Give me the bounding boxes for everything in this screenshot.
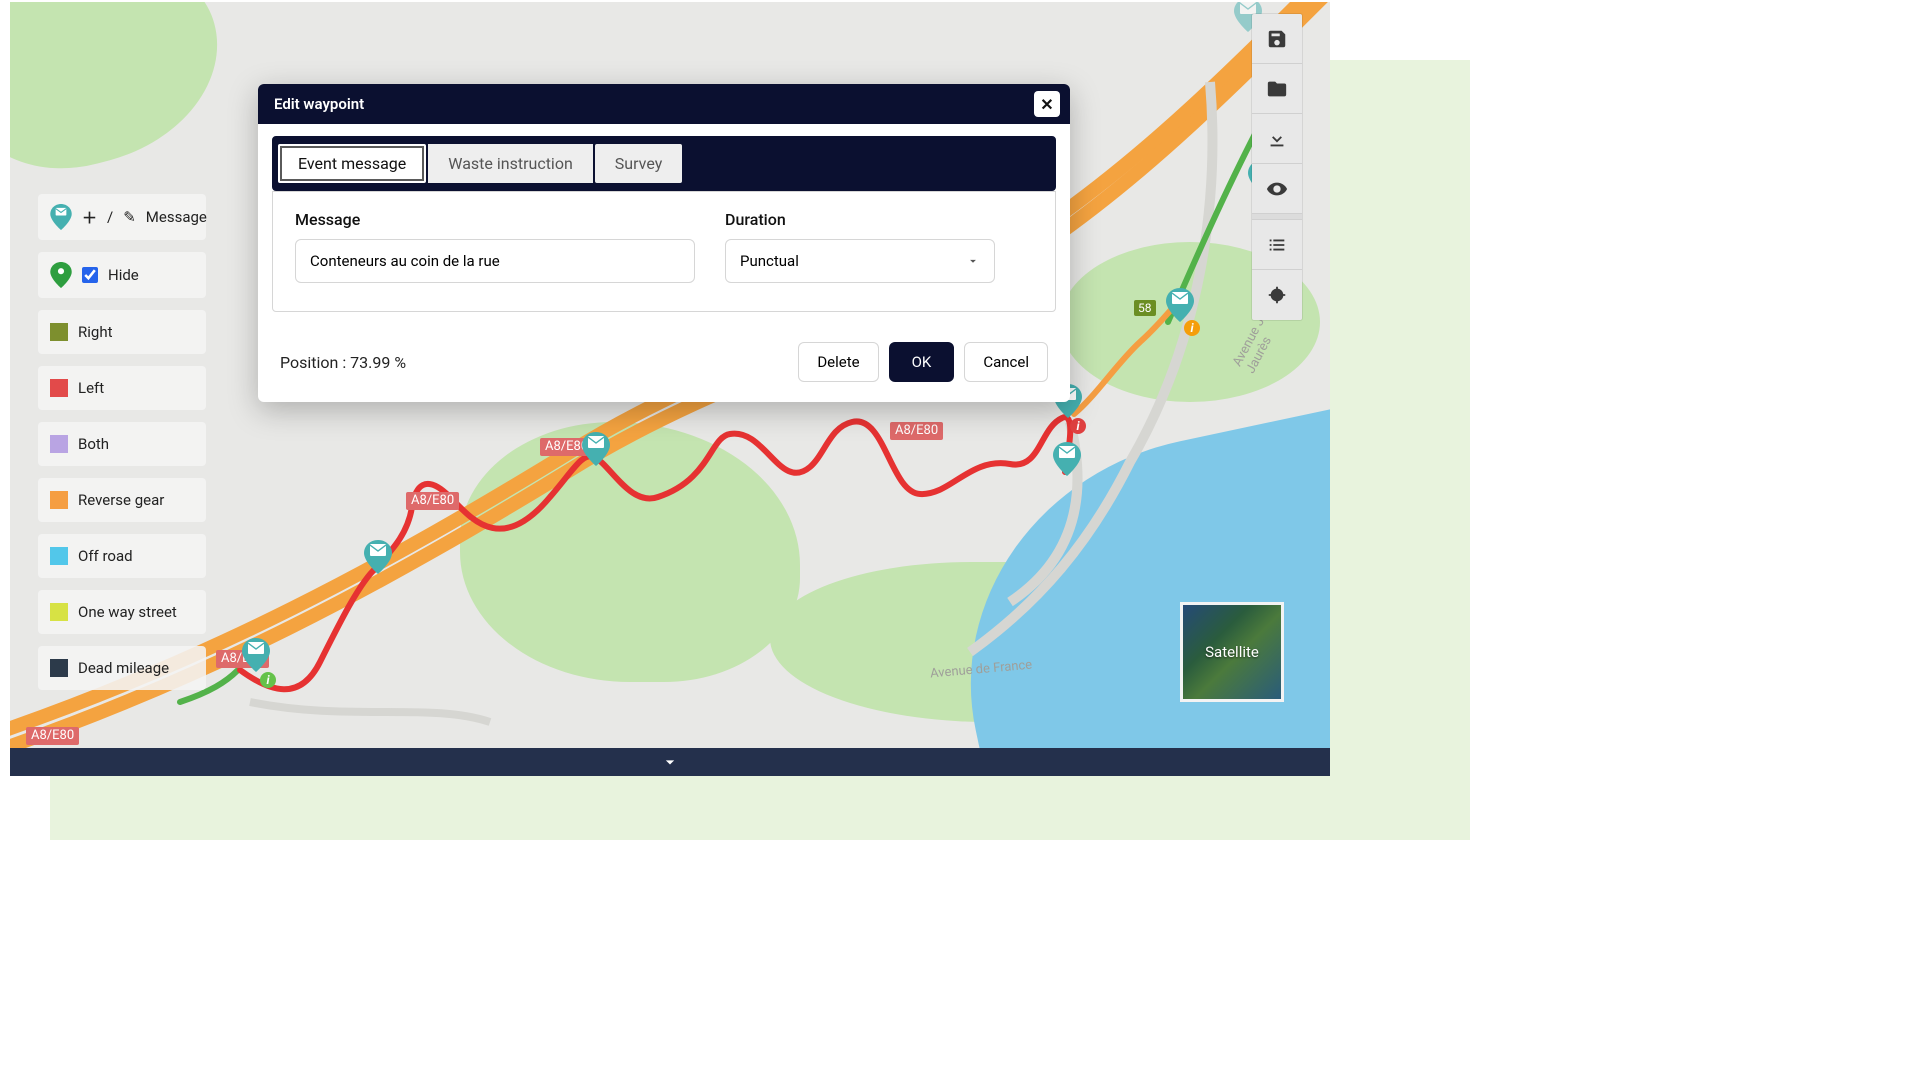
duration-label: Duration: [725, 210, 995, 229]
legend-hide-row[interactable]: Hide: [38, 252, 206, 298]
legend-item-deadmileage[interactable]: Dead mileage: [38, 646, 206, 690]
tool-folder[interactable]: [1252, 64, 1302, 114]
swatch: [50, 323, 68, 341]
tool-save[interactable]: [1252, 14, 1302, 64]
position-readout: Position : 73.99 %: [280, 353, 406, 372]
map-toolbox: [1252, 14, 1302, 320]
legend-item-label: Reverse gear: [78, 491, 164, 509]
highway-label: A8/E80: [26, 727, 79, 745]
tool-list[interactable]: [1252, 220, 1302, 270]
tab-waste-instruction[interactable]: Waste instruction: [426, 144, 595, 183]
cancel-button[interactable]: Cancel: [964, 342, 1048, 382]
tool-locate[interactable]: [1252, 270, 1302, 320]
highway-label: A8/E80: [890, 422, 943, 440]
satellite-toggle[interactable]: Satellite: [1180, 602, 1284, 702]
info-dot[interactable]: i: [1184, 320, 1200, 336]
message-label: Message: [295, 210, 695, 229]
legend-item-label: Dead mileage: [78, 659, 169, 677]
legend-item-right[interactable]: Right: [38, 310, 206, 354]
folder-icon: [1266, 78, 1288, 100]
modal-close-button[interactable]: ✕: [1034, 91, 1060, 117]
exit-badge: 58: [1134, 300, 1156, 316]
waypoint-pin[interactable]: [364, 540, 392, 574]
legend-message-label: Message: [146, 208, 207, 226]
chevron-down-icon: [966, 254, 980, 268]
swatch: [50, 491, 68, 509]
legend-message-row[interactable]: ＋ / ✎ Message: [38, 194, 206, 240]
pencil-icon: ✎: [123, 208, 136, 226]
info-dot[interactable]: i: [260, 672, 276, 688]
delete-button[interactable]: Delete: [798, 342, 878, 382]
swatch: [50, 547, 68, 565]
waypoint-pin[interactable]: [242, 638, 270, 672]
green-pin-icon: [50, 262, 72, 288]
legend-item-both[interactable]: Both: [38, 422, 206, 466]
plus-icon: ＋: [82, 207, 97, 228]
legend-item-label: Off road: [78, 547, 133, 565]
bottom-expand-bar[interactable]: [10, 748, 1330, 776]
duration-select[interactable]: Punctual: [725, 239, 995, 283]
highway-label: A8/E80: [406, 492, 459, 510]
legend-item-label: Left: [78, 379, 104, 397]
tool-view[interactable]: [1252, 164, 1302, 214]
tool-download[interactable]: [1252, 114, 1302, 164]
list-icon: [1266, 234, 1288, 256]
legend-item-oneway[interactable]: One way street: [38, 590, 206, 634]
swatch: [50, 435, 68, 453]
info-dot[interactable]: i: [1070, 418, 1086, 434]
tab-survey[interactable]: Survey: [595, 144, 682, 183]
ok-button[interactable]: OK: [889, 342, 955, 382]
message-input[interactable]: [295, 239, 695, 283]
envelope-pin-icon: [50, 204, 72, 230]
swatch: [50, 379, 68, 397]
duration-value: Punctual: [740, 252, 799, 270]
satellite-label: Satellite: [1205, 643, 1259, 661]
legend-hide-label: Hide: [108, 266, 139, 284]
edit-waypoint-modal: Edit waypoint ✕ Event message Waste inst…: [258, 84, 1070, 402]
modal-tabs: Event message Waste instruction Survey: [272, 136, 1056, 191]
waypoint-pin[interactable]: [582, 432, 610, 466]
download-icon: [1266, 128, 1288, 150]
save-icon: [1266, 28, 1288, 50]
legend-item-reverse[interactable]: Reverse gear: [38, 478, 206, 522]
legend-item-label: Right: [78, 323, 112, 341]
crosshair-icon: [1266, 284, 1288, 306]
legend-item-offroad[interactable]: Off road: [38, 534, 206, 578]
tab-event-message[interactable]: Event message: [278, 144, 426, 183]
legend-item-label: Both: [78, 435, 109, 453]
waypoint-pin[interactable]: [1053, 442, 1081, 476]
swatch: [50, 659, 68, 677]
legend-item-left[interactable]: Left: [38, 366, 206, 410]
legend-panel: ＋ / ✎ Message Hide Right Left Both Rever…: [38, 194, 206, 690]
chevron-down-icon: [660, 752, 680, 772]
waypoint-pin[interactable]: [1166, 288, 1194, 322]
legend-item-label: One way street: [78, 603, 177, 621]
close-icon: ✕: [1040, 95, 1053, 114]
eye-icon: [1266, 178, 1288, 200]
hide-checkbox[interactable]: [82, 267, 98, 283]
swatch: [50, 603, 68, 621]
modal-title: Edit waypoint: [274, 95, 364, 113]
